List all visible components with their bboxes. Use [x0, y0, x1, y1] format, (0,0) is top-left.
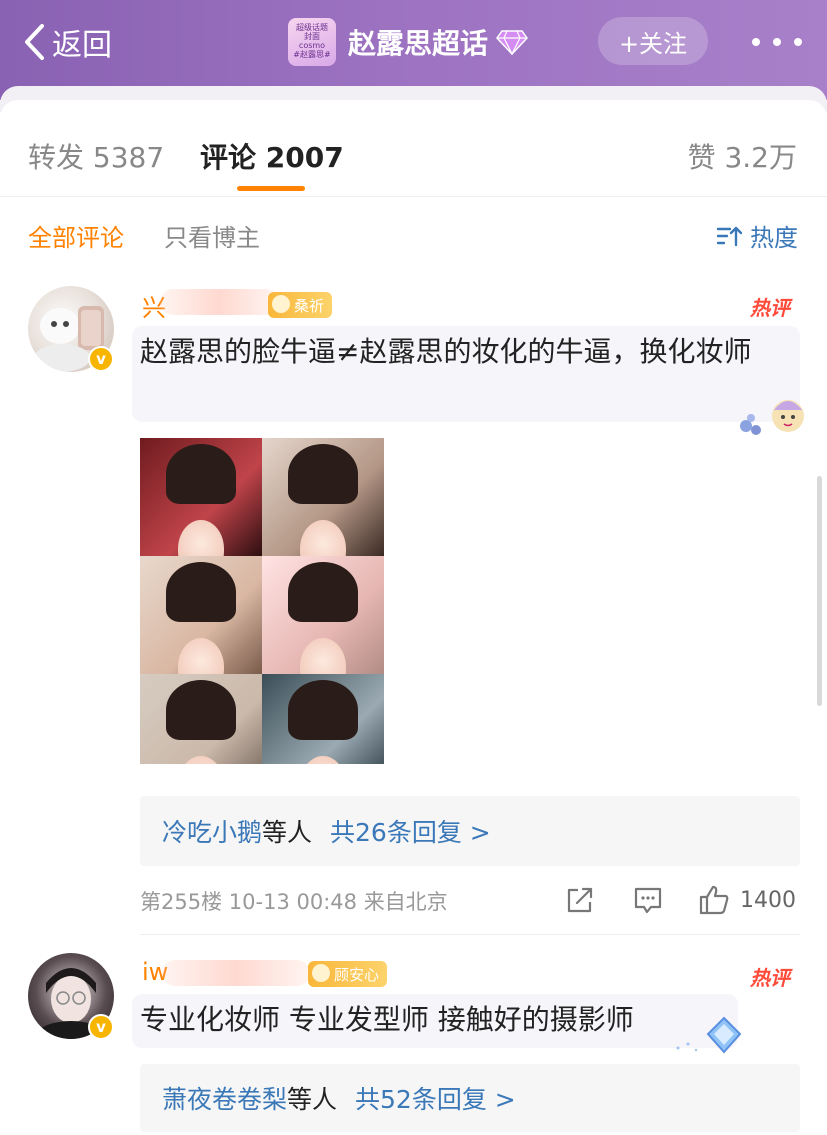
- tab-comment[interactable]: 评论 2007: [200, 136, 344, 176]
- back-label: 返回: [52, 28, 112, 63]
- comment-image[interactable]: [140, 438, 384, 764]
- comment-text[interactable]: 专业化妆师 专业发型师 接触好的摄影师: [140, 998, 740, 1042]
- photo-tile: [262, 438, 384, 578]
- topic-thumbnail: 超级话题 封面 cosmo #赵露思#: [288, 18, 336, 66]
- photo-tile: [262, 556, 384, 696]
- username-blur: [160, 289, 278, 315]
- hot-comment-label: 热评: [750, 966, 790, 990]
- replies-summary[interactable]: 冷吃小鹅 等人 共26条回复 >: [140, 796, 800, 866]
- tab-like[interactable]: 赞 3.2万: [688, 136, 797, 176]
- username-blur: [162, 960, 310, 986]
- bubble-decoration-icon: [740, 400, 804, 435]
- hot-comment-label: 热评: [750, 296, 790, 320]
- topic-title-group[interactable]: 超级话题 封面 cosmo #赵露思# 赵露思超话: [288, 18, 528, 66]
- diamond-icon: [496, 30, 528, 55]
- filter-owner-only[interactable]: 只看博主: [164, 218, 260, 253]
- topic-header: 返回 超级话题 封面 cosmo #赵露思# 赵露思超话 +关注: [0, 0, 827, 100]
- fan-badge[interactable]: 桑祈: [268, 292, 333, 318]
- verified-badge-icon: v: [88, 346, 114, 372]
- comment-icon: [634, 887, 662, 914]
- sort-label: 热度: [750, 224, 798, 252]
- like-count: 1400: [740, 887, 796, 913]
- photo-tile: [140, 674, 262, 764]
- replies-total[interactable]: 共26条回复 >: [330, 813, 491, 849]
- replies-summary[interactable]: 萧夜卷卷梨 等人 共52条回复 >: [140, 1064, 800, 1132]
- comment-location: 来自北京: [363, 890, 448, 914]
- active-tab-underline: [237, 186, 305, 191]
- more-dots-icon[interactable]: [752, 24, 802, 60]
- replies-suffix: 等人: [287, 1085, 338, 1114]
- sort-button[interactable]: 热度: [716, 218, 798, 253]
- chevron-left-icon: [25, 24, 44, 60]
- crystal-decoration-icon: [676, 1016, 742, 1054]
- photo-tile: [262, 674, 384, 764]
- like-button[interactable]: 1400: [698, 880, 796, 920]
- thumb-line: #赵露思#: [293, 49, 331, 59]
- back-button[interactable]: 返回: [22, 22, 112, 63]
- topic-title: 赵露思超话: [348, 27, 489, 60]
- scrollbar[interactable]: [817, 476, 822, 706]
- comment-button[interactable]: [632, 880, 664, 920]
- comment-meta: 第255楼 10-13 00:48 来自北京: [140, 886, 448, 916]
- divider: [140, 934, 800, 935]
- photo-tile: [140, 438, 262, 578]
- comment-text[interactable]: 赵露思的脸牛逼≠赵露思的妆化的牛逼，换化妆师: [140, 330, 790, 374]
- follow-button[interactable]: +关注: [598, 17, 708, 65]
- thumbs-up-icon: [699, 885, 729, 915]
- replies-total[interactable]: 共52条回复 >: [355, 1080, 516, 1116]
- tab-bar: 转发 5387 评论 2007 赞 3.2万: [0, 130, 827, 190]
- share-icon: [567, 887, 593, 913]
- verified-badge-icon: v: [88, 1014, 114, 1040]
- replies-users[interactable]: 冷吃小鹅: [162, 813, 262, 849]
- comment-time: 10-13 00:48: [228, 890, 357, 914]
- floor-number: 第255楼: [140, 890, 223, 914]
- sheet-top: [0, 100, 827, 130]
- tab-repost[interactable]: 转发 5387: [28, 136, 164, 176]
- photo-tile: [140, 556, 262, 696]
- divider: [0, 196, 827, 197]
- replies-suffix: 等人: [262, 818, 313, 847]
- share-button[interactable]: [564, 880, 596, 920]
- filter-all-comments[interactable]: 全部评论: [28, 218, 124, 253]
- replies-users[interactable]: 萧夜卷卷梨: [162, 1080, 287, 1116]
- fan-badge[interactable]: 顾安心: [308, 961, 388, 987]
- sort-icon: [716, 226, 742, 246]
